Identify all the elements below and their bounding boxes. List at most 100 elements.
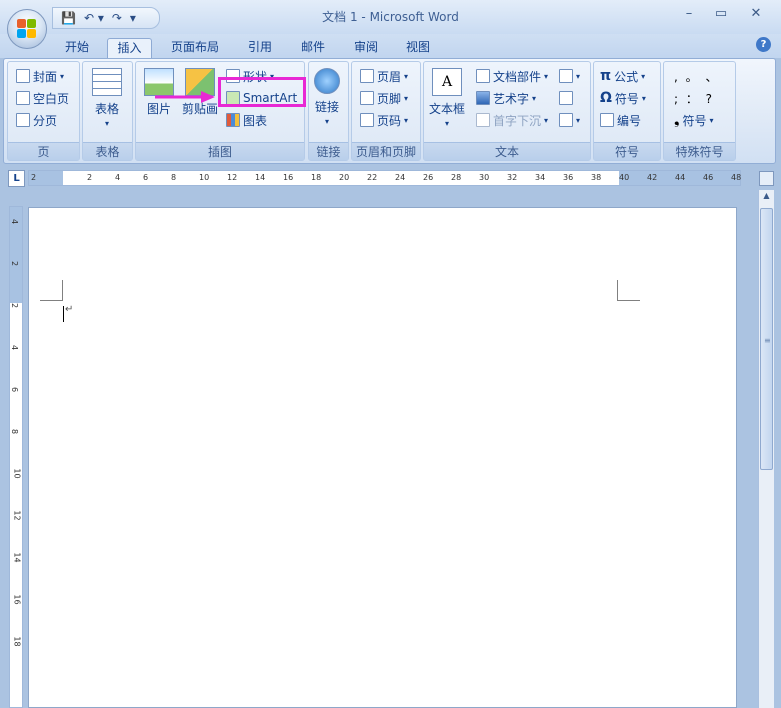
- ruler-tick-label: 30: [479, 173, 490, 182]
- paragraph-mark: ↵: [65, 304, 74, 315]
- numbering-button[interactable]: 编号: [600, 110, 641, 130]
- date-time-button[interactable]: [559, 88, 573, 108]
- ribbon-tabs: 开始 插入 页面布局 引用 邮件 审阅 视图 ?: [0, 34, 781, 58]
- textbox-button[interactable]: A 文本框 ▾: [429, 68, 465, 128]
- blank-page-button[interactable]: 空白页: [16, 88, 69, 108]
- page-number-icon: [360, 113, 374, 127]
- wordart-icon: [476, 91, 490, 105]
- bullet-icon: ❟: [674, 112, 680, 128]
- tab-view[interactable]: 视图: [398, 38, 438, 58]
- tab-selector-button[interactable]: L: [8, 170, 25, 187]
- office-button[interactable]: [7, 9, 47, 49]
- horizontal-ruler[interactable]: 2 2 4 6 8 10 12 14 16 18 20 22 24 26 28 30 32 34 36 38 40 42 4…: [28, 170, 741, 186]
- vertical-scrollbar[interactable]: ▲ ≡: [758, 190, 774, 708]
- scroll-up-icon[interactable]: ▲: [760, 191, 773, 206]
- ruler-tick-label: 24: [395, 173, 406, 182]
- scroll-thumb[interactable]: ≡: [760, 208, 773, 470]
- omega-icon: Ω: [600, 90, 612, 106]
- dropcap-button[interactable]: 首字下沉 ▾: [476, 110, 548, 130]
- chart-button[interactable]: 图表: [226, 110, 267, 130]
- special-symbols-row2[interactable]: ; ： ?: [674, 88, 714, 108]
- help-icon[interactable]: ?: [756, 37, 771, 52]
- ruler-tick-label: 34: [535, 173, 546, 182]
- ruler-tick-label: 4: [115, 173, 121, 182]
- ruler-tick-label: 10: [199, 173, 210, 182]
- date-time-icon: [559, 91, 573, 105]
- group-symbols: π 公式 ▾ Ω 符号 ▾ 编号 符号: [593, 61, 661, 161]
- ruler-tick-label: 18: [311, 173, 322, 182]
- tab-mailings[interactable]: 邮件: [293, 38, 333, 58]
- vertical-ruler-tick-label: 6: [10, 386, 20, 393]
- blank-page-icon: [16, 91, 30, 105]
- title-bar: 💾 ↶ ▾ ↷ ▾ 文档 1 - Microsoft Word – ▭ ✕: [0, 0, 781, 34]
- view-ruler-button[interactable]: [759, 171, 774, 186]
- crop-mark-top-left: [40, 280, 63, 301]
- object-button[interactable]: ▾: [559, 110, 580, 130]
- group-links: 链接 ▾ 链接: [308, 61, 349, 161]
- signature-line-button[interactable]: ▾: [559, 66, 580, 86]
- ruler-tick-label: 8: [171, 173, 177, 182]
- group-text: A 文本框 ▾ 文档部件 ▾ 艺术字 ▾ 首字下沉 ▾ ▾ ▾ 文本: [423, 61, 591, 161]
- ruler-tick-label: 46: [703, 173, 714, 182]
- page-number-button[interactable]: 页码 ▾: [360, 110, 408, 130]
- tab-references[interactable]: 引用: [240, 38, 280, 58]
- ruler-tick-label: 12: [227, 173, 238, 182]
- group-table: 表格 ▾ 表格: [82, 61, 133, 161]
- table-icon: [92, 68, 122, 96]
- quickparts-icon: [476, 69, 490, 83]
- close-button[interactable]: ✕: [745, 6, 767, 21]
- ruler-tick-label: 42: [647, 173, 658, 182]
- office-logo-icon: [17, 19, 37, 39]
- group-label-illustrations: 插图: [136, 142, 304, 160]
- vertical-ruler[interactable]: 4 2 2 4 6 8 10 12 14 16 18: [9, 206, 23, 708]
- vertical-ruler-tick-label: 2: [10, 302, 20, 309]
- table-button[interactable]: 表格 ▾: [92, 68, 122, 128]
- ribbon: 封面 ▾ 空白页 分页 页 表格 ▾ 表格 图片 剪贴画 形状 ▾ SmartA…: [3, 58, 776, 164]
- ruler-tick-label: 20: [339, 173, 350, 182]
- page-break-button[interactable]: 分页: [16, 110, 57, 130]
- symbol-button[interactable]: Ω 符号 ▾: [600, 88, 646, 108]
- object-icon: [559, 113, 573, 127]
- textbox-icon: A: [432, 68, 462, 96]
- group-illustrations: 图片 剪贴画 形状 ▾ SmartArt 图表 插图: [135, 61, 305, 161]
- vertical-ruler-tick-label: 4: [10, 344, 20, 351]
- tab-home[interactable]: 开始: [55, 38, 99, 58]
- maximize-button[interactable]: ▭: [710, 6, 732, 21]
- special-symbol-button[interactable]: ❟ 符号 ▾: [674, 110, 714, 130]
- header-button[interactable]: 页眉 ▾: [360, 66, 408, 86]
- vertical-ruler-tick-label: 16: [12, 594, 22, 605]
- equation-button[interactable]: π 公式 ▾: [600, 66, 645, 86]
- cover-page-icon: [16, 69, 30, 83]
- globe-link-icon: [314, 68, 340, 94]
- header-icon: [360, 69, 374, 83]
- links-button[interactable]: 链接 ▾: [314, 68, 340, 126]
- ruler-tick-label: 40: [619, 173, 630, 182]
- group-label-links: 链接: [309, 142, 348, 160]
- special-symbols-row1[interactable]: , 。 、: [674, 66, 719, 86]
- vertical-ruler-tick-label: 12: [12, 510, 22, 521]
- quickparts-button[interactable]: 文档部件 ▾: [476, 66, 548, 86]
- ruler-tick-label: 14: [255, 173, 266, 182]
- crop-mark-top-right: [617, 280, 640, 301]
- group-header-footer: 页眉 ▾ 页脚 ▾ 页码 ▾ 页眉和页脚: [351, 61, 421, 161]
- tab-review[interactable]: 审阅: [346, 38, 386, 58]
- ruler-tick-label: 6: [143, 173, 149, 182]
- text-cursor: [63, 306, 64, 322]
- group-pages: 封面 ▾ 空白页 分页 页: [7, 61, 80, 161]
- page-break-icon: [16, 113, 30, 127]
- cover-page-button[interactable]: 封面 ▾: [16, 66, 64, 86]
- ruler-tick-label: 44: [675, 173, 686, 182]
- group-label-text: 文本: [424, 142, 590, 160]
- minimize-button[interactable]: –: [678, 6, 700, 21]
- vertical-ruler-tick-label: 4: [10, 218, 20, 225]
- wordart-button[interactable]: 艺术字 ▾: [476, 88, 536, 108]
- tab-page-layout[interactable]: 页面布局: [163, 38, 227, 58]
- group-label-special-symbols: 特殊符号: [664, 142, 735, 160]
- footer-button[interactable]: 页脚 ▾: [360, 88, 408, 108]
- vertical-ruler-tick-label: 2: [10, 260, 20, 267]
- tab-insert[interactable]: 插入: [107, 38, 152, 58]
- pi-icon: π: [600, 68, 612, 84]
- ruler-tick-label: 48: [731, 173, 742, 182]
- smartart-highlight-box: [218, 77, 306, 107]
- ruler-tick-label: 26: [423, 173, 434, 182]
